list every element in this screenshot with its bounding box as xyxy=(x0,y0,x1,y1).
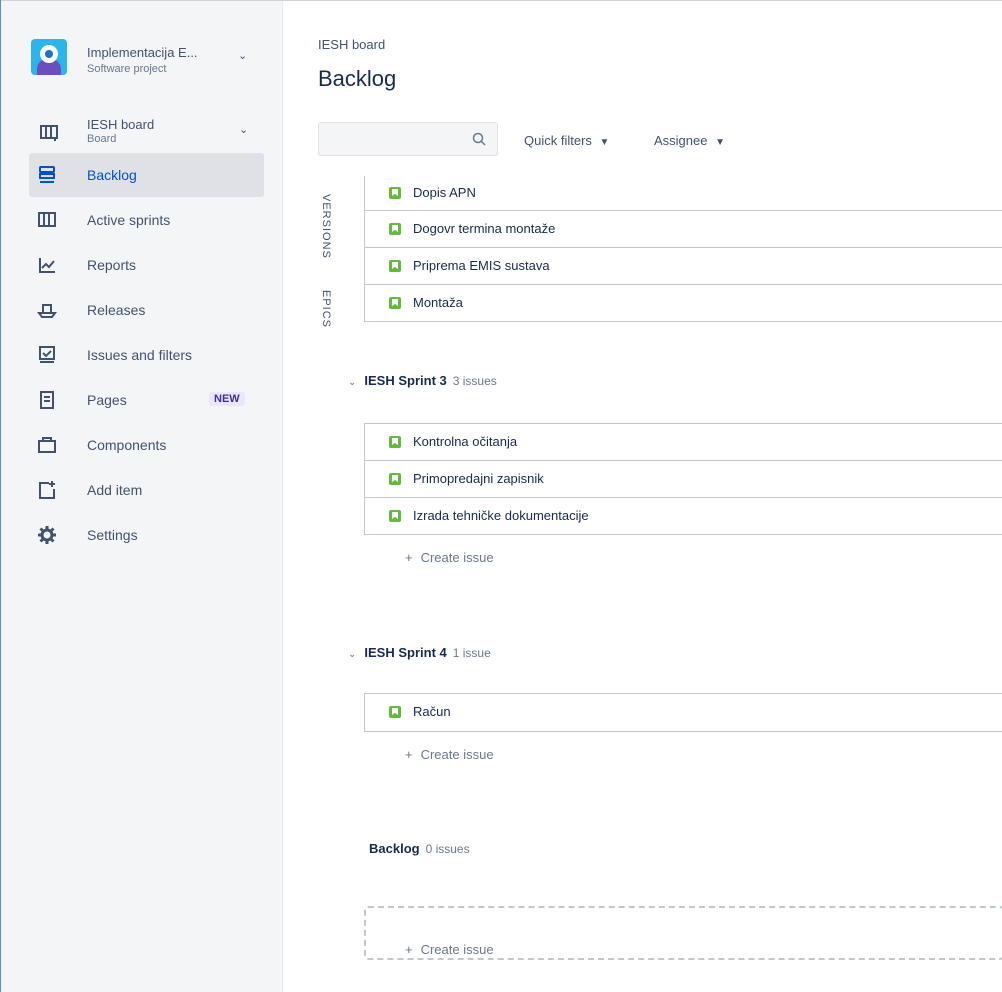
sidebar-item-label: Pages xyxy=(87,392,127,408)
assignee-dropdown[interactable]: Assignee ▼ xyxy=(654,133,725,148)
add-item-icon xyxy=(39,481,55,499)
releases-icon xyxy=(37,304,57,318)
create-issue-button[interactable]: + Create issue xyxy=(405,550,494,565)
story-icon xyxy=(389,706,401,718)
chevron-down-icon: ▼ xyxy=(715,137,726,148)
sidebar-item-label: Add item xyxy=(87,482,143,498)
list-item[interactable]: Izrada tehničke dokumentacije xyxy=(364,498,1002,535)
issue-summary: Dogovr termina montaže xyxy=(413,221,556,236)
issue-count: 3 issues xyxy=(452,374,497,388)
sidebar-item-label: Settings xyxy=(87,527,138,543)
issue-summary: Dopis APN xyxy=(413,185,476,200)
story-icon xyxy=(389,297,401,309)
backlog-name: Backlog xyxy=(369,841,420,856)
issue-count: 0 issues xyxy=(425,842,470,856)
settings-icon xyxy=(38,526,56,544)
board-icon xyxy=(40,125,58,141)
project-switcher[interactable]: Implementacija E... Software project ⌄ xyxy=(31,39,271,83)
story-icon xyxy=(389,260,401,272)
sidebar-item-pages[interactable]: Pages NEW xyxy=(29,378,264,422)
sidebar-item-releases[interactable]: Releases xyxy=(29,288,264,332)
active-sprints-icon xyxy=(38,212,56,227)
issue-summary: Kontrolna očitanja xyxy=(413,434,518,449)
sidebar: Implementacija E... Software project ⌄ I… xyxy=(1,1,283,992)
breadcrumb[interactable]: IESH board xyxy=(318,37,385,52)
sidebar-item-active-sprints[interactable]: Active sprints xyxy=(29,198,264,242)
sprint-name: IESH Sprint 3 xyxy=(364,373,447,388)
list-item[interactable]: Dogovr termina montaže xyxy=(364,211,1002,248)
list-item[interactable]: Račun xyxy=(364,693,1002,732)
create-issue-label: Create issue xyxy=(420,747,494,762)
list-item[interactable]: Priprema EMIS sustava xyxy=(364,248,1002,285)
create-issue-button[interactable]: + Create issue xyxy=(405,942,494,957)
sidebar-item-settings[interactable]: Settings xyxy=(29,513,264,557)
issue-summary: Priprema EMIS sustava xyxy=(413,258,550,273)
chevron-down-icon: ⌄ xyxy=(348,649,357,660)
list-item[interactable]: Kontrolna očitanja xyxy=(364,423,1002,461)
sidebar-item-issues-filters[interactable]: Issues and filters xyxy=(29,333,264,377)
reports-icon xyxy=(39,258,55,273)
sidebar-item-reports[interactable]: Reports xyxy=(29,243,264,287)
versions-tab[interactable]: VERSIONS xyxy=(320,194,332,259)
quick-filters-label: Quick filters xyxy=(524,133,592,148)
issue-summary: Primopredajni zapisnik xyxy=(413,471,544,486)
plus-icon: + xyxy=(405,747,413,762)
list-item[interactable]: Dopis APN xyxy=(364,176,1002,211)
create-issue-label: Create issue xyxy=(420,942,494,957)
sidebar-item-add-item[interactable]: Add item xyxy=(29,468,264,512)
sidebar-item-label: Active sprints xyxy=(87,212,171,228)
sidebar-item-label: Backlog xyxy=(87,167,137,183)
story-icon xyxy=(389,473,401,485)
chevron-down-icon: ▼ xyxy=(599,137,610,148)
story-icon xyxy=(389,223,401,235)
sprint-header[interactable]: ⌄ IESH Sprint 3 3 issues xyxy=(348,373,497,388)
search-input[interactable] xyxy=(318,122,498,156)
project-avatar xyxy=(31,39,67,75)
components-icon xyxy=(38,437,56,453)
sidebar-item-label: Releases xyxy=(87,302,146,318)
issue-count: 1 issue xyxy=(452,646,491,660)
chevron-down-icon: ⌄ xyxy=(239,124,249,136)
sidebar-item-components[interactable]: Components xyxy=(29,423,264,467)
sprint-header[interactable]: ⌄ IESH Sprint 4 1 issue xyxy=(348,645,491,660)
new-badge: NEW xyxy=(209,392,245,406)
quick-filters-dropdown[interactable]: Quick filters ▼ xyxy=(524,133,609,148)
issues-filters-icon xyxy=(39,346,55,363)
board-switcher[interactable]: IESH board Board ⌄ xyxy=(31,117,251,151)
sidebar-item-label: Issues and filters xyxy=(87,347,193,363)
issue-summary: Račun xyxy=(413,704,451,719)
epics-tab[interactable]: EPICS xyxy=(320,290,332,328)
plus-icon: + xyxy=(405,942,413,957)
create-issue-button[interactable]: + Create issue xyxy=(405,747,494,762)
story-icon xyxy=(389,436,401,448)
board-title: IESH board xyxy=(87,117,155,132)
backlog-icon xyxy=(39,166,55,183)
sidebar-item-backlog[interactable]: Backlog xyxy=(29,153,264,197)
chevron-down-icon: ⌄ xyxy=(238,50,248,62)
page-title: Backlog xyxy=(318,66,397,91)
chevron-down-icon: ⌄ xyxy=(348,377,357,388)
sprint-name: IESH Sprint 4 xyxy=(364,645,447,660)
issue-summary: Izrada tehničke dokumentacije xyxy=(413,508,589,523)
story-icon xyxy=(389,187,401,199)
project-name: Implementacija E... xyxy=(87,45,198,60)
backlog-header: Backlog 0 issues xyxy=(369,841,470,856)
sidebar-item-label: Reports xyxy=(87,257,137,273)
search-icon xyxy=(472,132,486,146)
pages-icon xyxy=(40,391,54,409)
list-item[interactable]: Montaža xyxy=(364,285,1002,322)
sidebar-item-label: Components xyxy=(87,437,167,453)
issue-summary: Montaža xyxy=(413,295,463,310)
assignee-label: Assignee xyxy=(654,133,708,148)
create-issue-label: Create issue xyxy=(420,550,494,565)
plus-icon: + xyxy=(405,550,413,565)
list-item[interactable]: Primopredajni zapisnik xyxy=(364,461,1002,498)
project-type: Software project xyxy=(87,63,167,75)
board-subtitle: Board xyxy=(87,133,117,145)
story-icon xyxy=(389,510,401,522)
